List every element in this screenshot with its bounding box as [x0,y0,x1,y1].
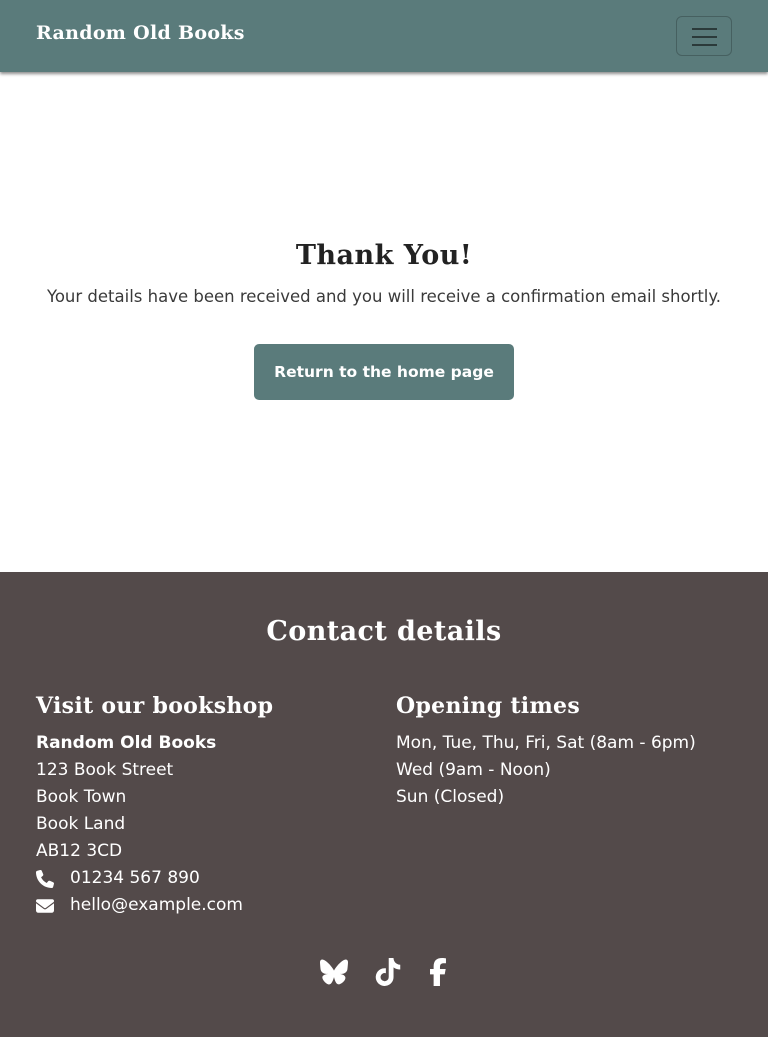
social-links [0,958,768,986]
phone-row: 01234 567 890 [36,865,376,892]
opening-line: Wed (9am - Noon) [396,760,551,780]
hamburger-menu-icon [692,28,717,30]
address-line: Book Town [36,787,127,807]
brand-logo-link[interactable]: Random Old Books [36,22,245,44]
phone-link[interactable]: 01234 567 890 [70,865,200,892]
hamburger-menu-icon-bar [692,44,717,46]
footer: Contact details Visit our bookshop Rando… [0,572,768,1037]
shop-name: Random Old Books [36,733,217,753]
page-title: Thank You! [295,240,473,271]
top-navbar: Random Old Books [0,0,768,72]
opening-line: Sun (Closed) [396,787,505,807]
phone-icon [36,869,54,888]
email-row: hello@example.com [36,892,376,919]
address-line: Book Land [36,814,126,834]
menu-toggle-button[interactable] [676,16,732,56]
visit-bookshop-section: Visit our bookshop Random Old Books 123 … [36,690,376,919]
opening-times-section: Opening times Mon, Tue, Thu, Fri, Sat (8… [396,690,736,811]
address-line: 123 Book Street [36,760,174,780]
tiktok-icon [375,958,401,986]
opening-heading: Opening times [396,693,581,719]
footer-title: Contact details [266,616,502,647]
bluesky-icon [320,959,348,985]
return-home-button[interactable]: Return to the home page [254,344,514,400]
facebook-link[interactable] [424,958,452,986]
facebook-icon [430,958,446,986]
opening-line: Mon, Tue, Thu, Fri, Sat (8am - 6pm) [396,733,696,753]
confirmation-message: Your details have been received and you … [46,287,722,306]
main-content: Thank You! Your details have been receiv… [0,72,768,572]
hamburger-menu-icon-bar [692,36,717,38]
bluesky-link[interactable] [320,958,348,986]
tiktok-link[interactable] [374,958,402,986]
address-line: AB12 3CD [36,841,123,861]
envelope-icon [36,898,54,913]
visit-heading: Visit our bookshop [36,693,274,719]
email-link[interactable]: hello@example.com [70,892,243,919]
